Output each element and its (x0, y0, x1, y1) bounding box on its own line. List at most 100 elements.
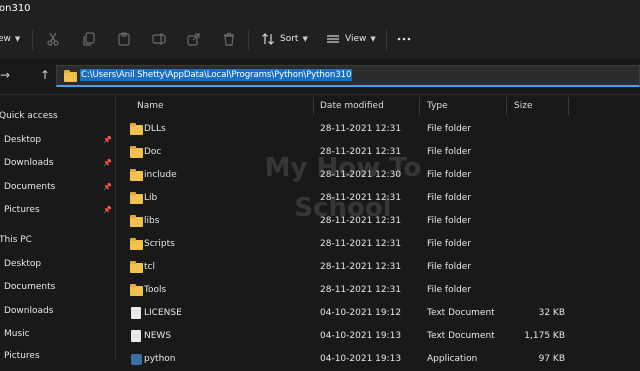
navigation-pane: Quick access Desktop 📌 Downloads 📌 Docum… (0, 95, 115, 361)
table-row[interactable]: Scripts 28-11-2021 12:31 File folder (116, 233, 640, 256)
file-name: python (144, 354, 176, 364)
address-path[interactable]: C:\Users\Anil Shetty\AppData\Local\Progr… (80, 69, 353, 81)
chevron-down-icon: ▼ (302, 35, 308, 43)
table-row[interactable]: Tools 28-11-2021 12:31 File folder (116, 279, 640, 302)
sidebar-item-label: Quick access (0, 111, 58, 121)
view-icon (327, 35, 339, 43)
share-icon (187, 33, 200, 46)
file-date: 04-10-2021 19:12 (320, 308, 402, 318)
sidebar-item-label: This PC (0, 235, 32, 245)
new-button[interactable]: ew ▼ (0, 20, 20, 58)
sidebar-item-downloads[interactable]: Downloads 📌 (0, 153, 115, 173)
file-name: Scripts (144, 239, 175, 249)
sidebar-item-desktop[interactable]: Desktop 📌 (0, 130, 115, 150)
watermark: My How To School (248, 148, 438, 228)
sidebar-item-label: Desktop (4, 135, 42, 145)
folder-icon (130, 146, 143, 158)
up-button[interactable]: ↑ (40, 68, 50, 82)
file-type: File folder (427, 262, 472, 272)
cut-button[interactable] (46, 20, 60, 58)
column-header-type[interactable]: Type (427, 101, 448, 111)
cut-icon (47, 32, 59, 46)
file-date: 04-10-2021 19:13 (320, 331, 402, 341)
column-header-date[interactable]: Date modified (320, 101, 384, 111)
file-type: File folder (427, 285, 472, 295)
table-row[interactable]: DLLs 28-11-2021 12:31 File folder (116, 118, 640, 141)
view-label: View (345, 34, 367, 44)
sidebar-item-pictures[interactable]: Pictures 📌 (0, 200, 115, 220)
file-date: 28-11-2021 12:31 (320, 124, 402, 134)
sidebar-item-pc-pictures[interactable]: Pictures (0, 346, 115, 366)
sidebar-item-this-pc[interactable]: This PC (0, 230, 115, 250)
delete-button[interactable] (222, 20, 236, 58)
copy-button[interactable] (82, 20, 96, 58)
file-size: 32 KB (538, 308, 565, 318)
sort-icon (262, 33, 274, 45)
toolbar-divider (248, 30, 249, 50)
chevron-down-icon: ▼ (14, 35, 21, 43)
sidebar-item-documents[interactable]: Documents 📌 (0, 177, 115, 197)
sidebar-item-pc-documents[interactable]: Documents (0, 277, 115, 297)
table-row[interactable]: NEWS 04-10-2021 19:13 Text Document 1,175 K… (116, 325, 640, 348)
folder-icon (130, 123, 143, 135)
table-row[interactable]: LICENSE 04-10-2021 19:12 Text Document 32 K… (116, 302, 640, 325)
file-name: Tools (144, 285, 167, 295)
folder-icon (130, 215, 143, 227)
paste-icon (118, 32, 130, 46)
watermark-line: My How To (264, 153, 422, 183)
file-date: 28-11-2021 12:31 (320, 285, 402, 295)
file-name: Lib (144, 193, 158, 203)
file-name: DLLs (144, 124, 166, 134)
column-resize-handle[interactable] (419, 97, 420, 115)
file-type: File folder (427, 124, 472, 134)
watermark-line: School (294, 193, 392, 223)
file-type: Text Document (427, 308, 495, 318)
file-date: 04-10-2021 19:13 (320, 354, 402, 364)
view-button[interactable]: View ▼ (326, 20, 376, 58)
sidebar-item-label: Downloads (4, 158, 54, 168)
sidebar-item-pc-desktop[interactable]: Desktop (0, 254, 115, 274)
sidebar-item-label: Music (4, 329, 30, 339)
column-header-name[interactable]: Name (137, 101, 164, 111)
more-button[interactable] (397, 20, 411, 58)
sidebar-item-label: Documents (4, 182, 56, 192)
table-row[interactable]: tcl 28-11-2021 12:31 File folder (116, 256, 640, 279)
new-button-label: ew (0, 34, 11, 44)
column-header-size[interactable]: Size (514, 101, 532, 111)
sidebar-item-music[interactable]: Music (0, 324, 115, 344)
paste-button[interactable] (117, 20, 131, 58)
rename-button[interactable] (152, 20, 166, 58)
column-resize-handle[interactable] (506, 97, 507, 115)
chevron-down-icon: ▼ (370, 35, 376, 43)
file-icon (131, 330, 141, 342)
folder-icon (130, 169, 143, 181)
file-size: 1,175 KB (524, 331, 565, 341)
folder-icon (130, 284, 143, 296)
folder-icon (130, 261, 143, 273)
file-name: include (144, 170, 177, 180)
sidebar-item-label: Pictures (4, 205, 40, 215)
file-icon (131, 307, 141, 319)
delete-icon (224, 32, 234, 46)
file-size: 97 KB (538, 354, 565, 364)
more-icon (397, 37, 411, 41)
column-resize-handle[interactable] (568, 97, 569, 115)
sort-label: Sort (280, 34, 299, 44)
address-input[interactable]: C:\Users\Anil Shetty\AppData\Local\Progr… (56, 65, 640, 87)
address-bar: → ↑ C:\Users\Anil Shetty\AppData\Local\P… (0, 58, 640, 95)
file-type: Text Document (427, 331, 495, 341)
sidebar-item-quick-access[interactable]: Quick access (0, 106, 115, 126)
column-resize-handle[interactable] (313, 97, 314, 115)
rename-icon (152, 33, 166, 45)
file-name: NEWS (144, 331, 172, 341)
forward-button[interactable]: → (0, 68, 10, 82)
folder-icon (130, 192, 143, 204)
pin-icon: 📌 (103, 159, 112, 167)
sidebar-item-label: Documents (4, 282, 56, 292)
sidebar-item-pc-downloads[interactable]: Downloads (0, 301, 115, 321)
title-bar: on310 (0, 0, 640, 20)
toolbar-divider (32, 30, 33, 50)
share-button[interactable] (187, 20, 201, 58)
sort-button[interactable]: Sort ▼ (261, 20, 308, 58)
file-date: 28-11-2021 12:31 (320, 239, 402, 249)
